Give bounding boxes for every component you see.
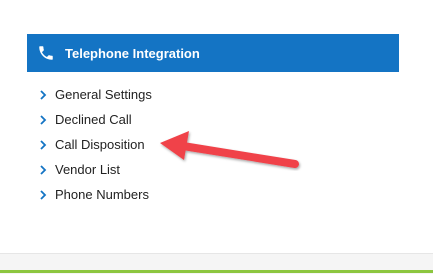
- menu-item-general-settings[interactable]: General Settings: [38, 82, 152, 107]
- chevron-right-icon: [38, 189, 48, 200]
- chevron-right-icon: [38, 114, 48, 125]
- menu-item-label: Phone Numbers: [55, 187, 149, 202]
- menu-item-label: Call Disposition: [55, 137, 145, 152]
- menu-item-vendor-list[interactable]: Vendor List: [38, 157, 152, 182]
- panel-title: Telephone Integration: [65, 45, 200, 61]
- menu-item-declined-call[interactable]: Declined Call: [38, 107, 152, 132]
- chevron-right-icon: [38, 89, 48, 100]
- menu-item-label: General Settings: [55, 87, 152, 102]
- menu-item-label: Vendor List: [55, 162, 121, 177]
- telephone-integration-menu: General Settings Declined Call Call Disp…: [38, 82, 152, 207]
- phone-icon: [36, 43, 56, 63]
- chevron-right-icon: [38, 139, 48, 150]
- menu-item-call-disposition[interactable]: Call Disposition: [38, 132, 152, 157]
- menu-item-phone-numbers[interactable]: Phone Numbers: [38, 182, 152, 207]
- chevron-right-icon: [38, 164, 48, 175]
- telephone-integration-header: Telephone Integration: [27, 34, 399, 72]
- menu-item-label: Declined Call: [55, 112, 132, 127]
